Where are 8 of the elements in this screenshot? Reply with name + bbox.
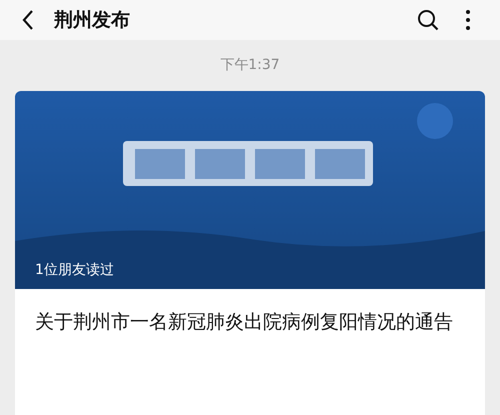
more-icon xyxy=(466,10,470,30)
article-title: 关于荆州市一名新冠肺炎出院病例复阳情况的通告 xyxy=(34,310,454,335)
article-card[interactable]: 1位朋友读过 关于荆州市一名新冠肺炎出院病例复阳情况的通告 xyxy=(15,91,485,415)
back-icon xyxy=(22,10,34,30)
search-icon xyxy=(417,9,439,31)
message-time: 下午1:37 xyxy=(220,56,280,74)
friends-read-label: 1位朋友读过 xyxy=(35,261,114,279)
account-title: 荆州发布 xyxy=(54,8,131,33)
